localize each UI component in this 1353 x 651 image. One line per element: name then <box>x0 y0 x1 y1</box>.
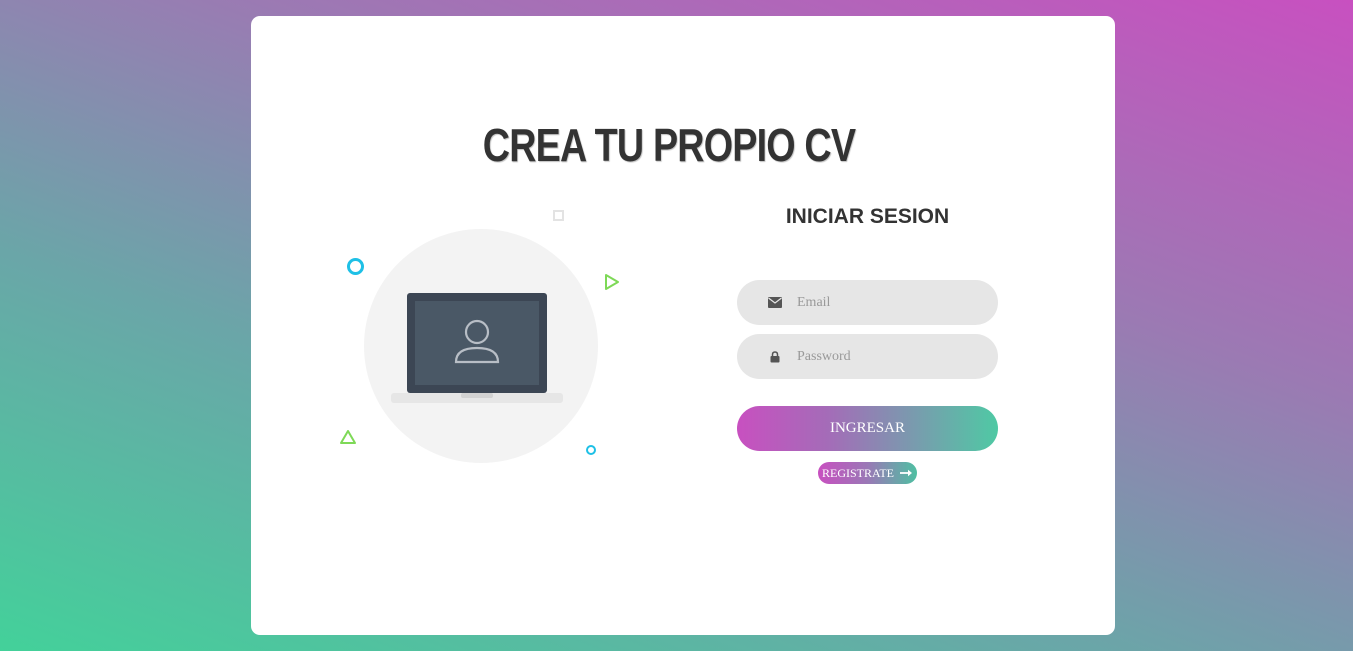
login-card: CREA TU PROPIO CV INICIAR SESION Email I… <box>251 16 1115 635</box>
illustration <box>251 16 1115 635</box>
laptop-user-icon <box>391 293 563 403</box>
circle-outline-icon <box>347 258 364 275</box>
password-field[interactable] <box>737 334 998 379</box>
envelope-icon <box>767 297 783 308</box>
lock-icon <box>767 350 783 363</box>
small-circle-outline-icon <box>586 445 596 455</box>
register-label: REGISTRATE <box>822 465 894 480</box>
email-input[interactable] <box>797 294 977 311</box>
square-outline-icon <box>553 210 564 221</box>
triangle-outline-icon <box>340 430 356 444</box>
login-heading: INICIAR SESION <box>785 205 950 228</box>
register-button[interactable]: REGISTRATE <box>818 462 917 484</box>
password-input[interactable] <box>797 348 977 365</box>
email-field[interactable] <box>737 280 998 325</box>
arrow-right-icon <box>900 469 912 477</box>
play-triangle-icon <box>605 274 619 290</box>
login-button[interactable]: INGRESAR <box>737 406 998 451</box>
